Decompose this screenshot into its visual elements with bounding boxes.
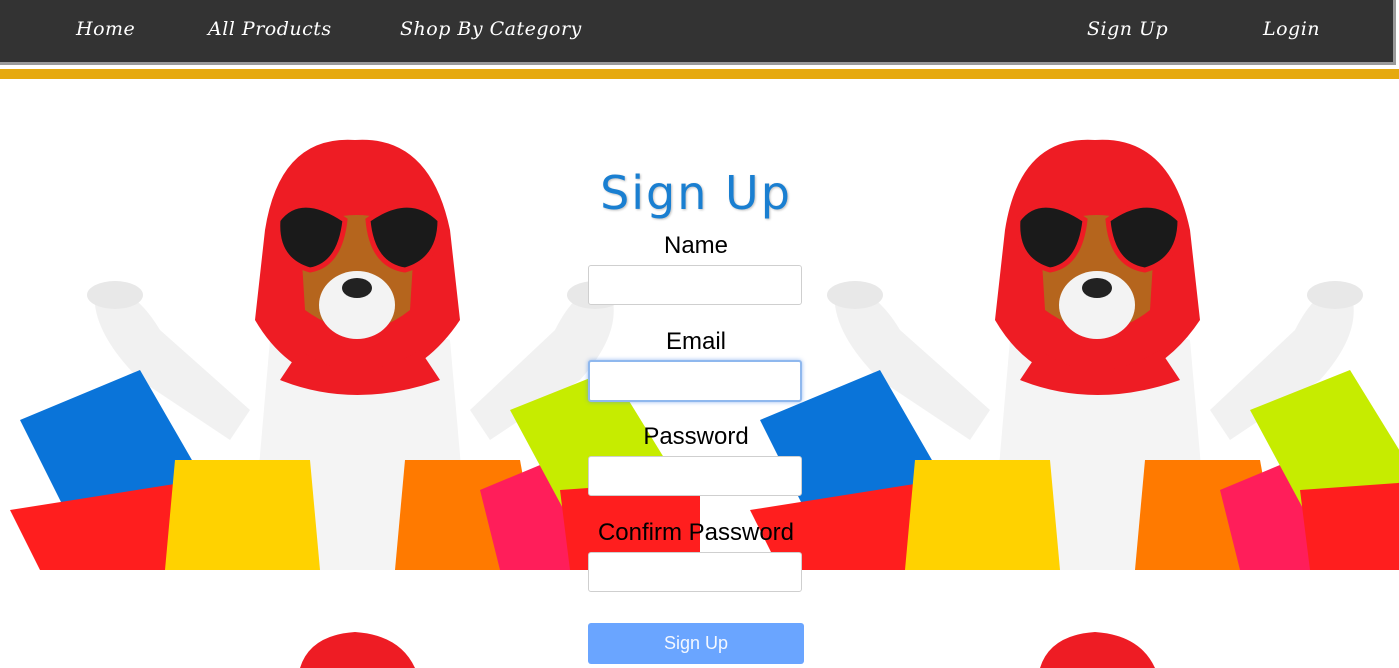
name-label: Name	[663, 232, 729, 259]
sign-up-button[interactable]: Sign Up	[588, 623, 804, 664]
password-field[interactable]	[588, 456, 802, 496]
password-label: Password	[643, 423, 749, 450]
email-field[interactable]	[588, 360, 802, 402]
nav-all-products-link[interactable]: All Products	[208, 18, 332, 40]
nav-home-link[interactable]: Home	[76, 18, 135, 40]
nav-login-link[interactable]: Login	[1263, 18, 1320, 40]
top-navbar: Home All Products Shop By Category Sign …	[0, 0, 1396, 65]
accent-bar	[0, 69, 1399, 79]
page-title: Sign Up	[600, 166, 792, 220]
email-label: Email	[665, 328, 726, 355]
nav-shop-by-category-link[interactable]: Shop By Category	[400, 18, 582, 40]
name-field[interactable]	[588, 265, 802, 305]
confirm-password-label: Confirm Password	[597, 519, 795, 546]
confirm-password-field[interactable]	[588, 552, 802, 592]
nav-sign-up-link[interactable]: Sign Up	[1087, 18, 1168, 40]
